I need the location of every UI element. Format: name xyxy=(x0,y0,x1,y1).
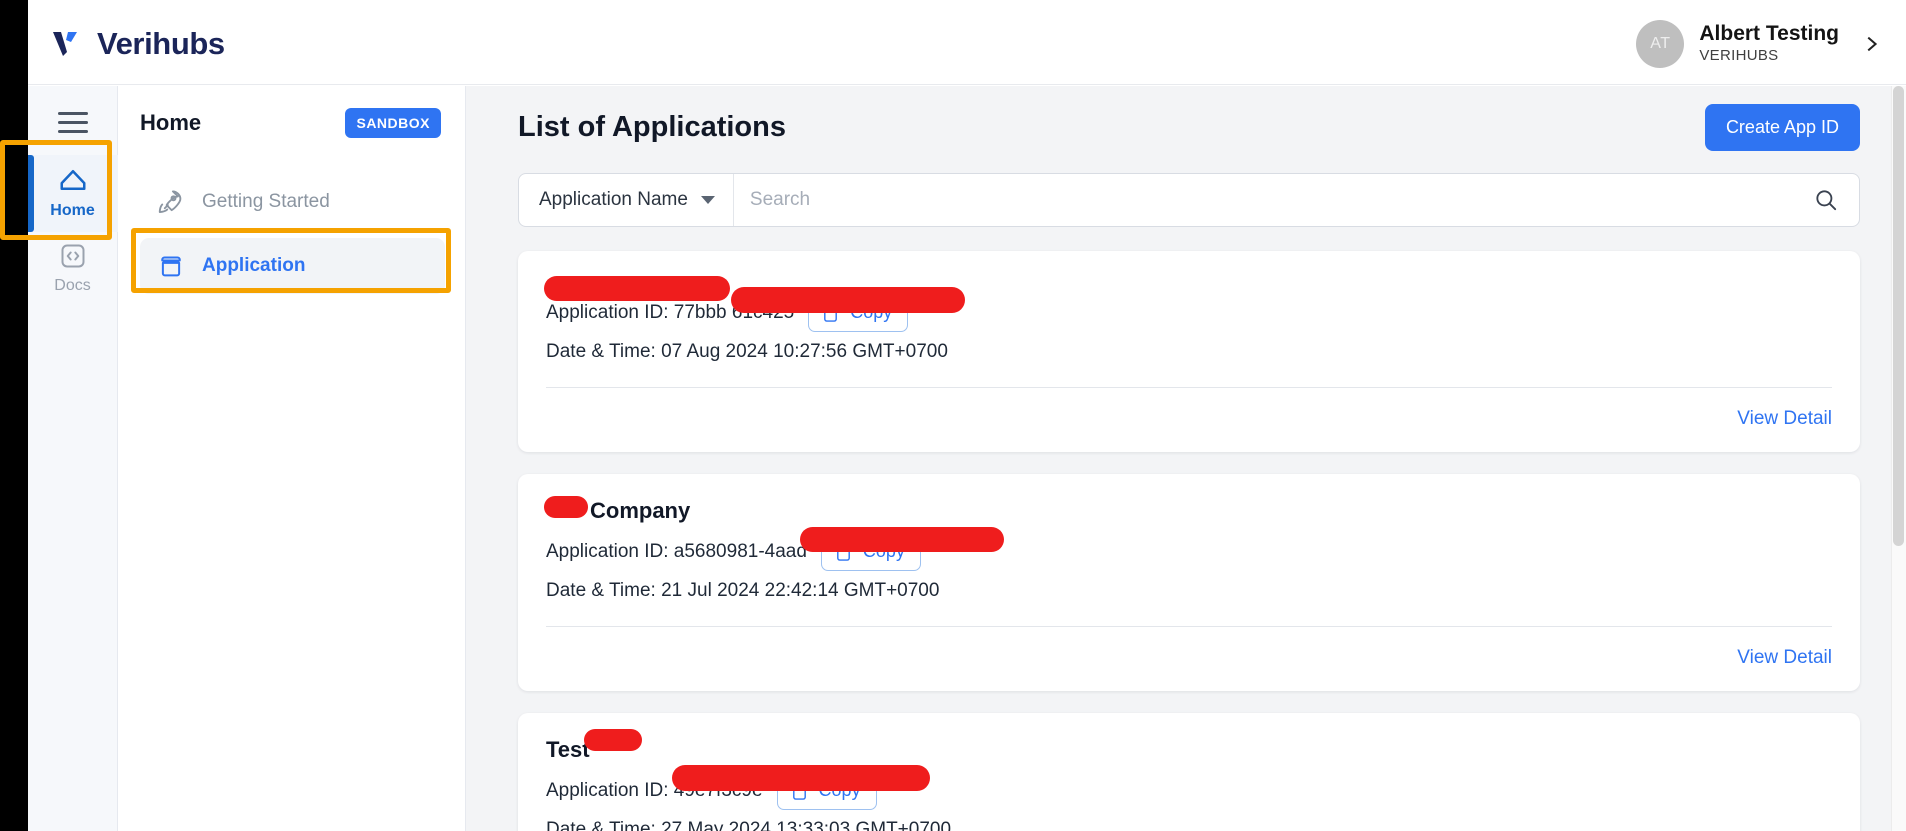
hamburger-icon[interactable] xyxy=(57,112,88,133)
chevron-right-icon[interactable] xyxy=(1860,33,1882,55)
icon-rail: Home Docs xyxy=(27,86,118,831)
application-card: Application ID: 77bbb 61c425 Copy Date &… xyxy=(518,251,1860,452)
application-name: Company xyxy=(544,496,690,524)
sidebar-label-application: Application xyxy=(202,255,306,276)
left-black-gutter xyxy=(0,0,28,831)
redaction-mark xyxy=(544,496,588,518)
user-org: VERIHUBS xyxy=(1699,47,1779,65)
avatar: AT xyxy=(1636,19,1685,68)
top-bar: Verihubs AT Albert Testing VERIHUBS xyxy=(28,3,1906,85)
application-id-row: Application ID: a5680981-4aad Copy xyxy=(546,527,1832,571)
application-id-row: Application ID: 49e7f3c9e Copy xyxy=(546,765,1832,810)
sidebar-header: Home SANDBOX xyxy=(140,108,445,138)
chevron-down-icon xyxy=(700,196,715,204)
application-date-row: Date & Time: 07 Aug 2024 10:27:56 GMT+07… xyxy=(546,341,1832,363)
application-card: Test Application ID: 49e7f3c9e Copy Date… xyxy=(518,713,1860,831)
application-id: Application ID: a5680981-4aad xyxy=(546,540,807,562)
application-list: Application ID: 77bbb 61c425 Copy Date &… xyxy=(518,251,1860,831)
search-button[interactable] xyxy=(1803,174,1859,226)
brand-logo-group[interactable]: Verihubs xyxy=(50,26,225,62)
clipboard-icon xyxy=(792,781,806,800)
rocket-icon xyxy=(158,190,182,213)
home-icon xyxy=(60,170,85,190)
user-name: Albert Testing xyxy=(1699,22,1839,46)
app-window: Verihubs AT Albert Testing VERIHUBS Home xyxy=(0,0,1906,831)
application-card: Company Application ID: a5680981-4aad Co… xyxy=(518,474,1860,691)
application-id: Application ID: 77bbb 61c425 xyxy=(546,301,795,323)
copy-button[interactable]: Copy xyxy=(808,293,909,332)
user-meta: Albert Testing VERIHUBS xyxy=(1699,22,1839,64)
sandbox-badge: SANDBOX xyxy=(345,108,441,138)
brand-name: Verihubs xyxy=(97,25,225,61)
card-footer: View Detail xyxy=(546,627,1832,691)
sidebar-label-getting-started: Getting Started xyxy=(202,191,330,212)
search-filter-label: Application Name xyxy=(539,189,688,210)
view-detail-link[interactable]: View Detail xyxy=(1737,647,1832,669)
search-input[interactable] xyxy=(733,174,1803,226)
application-name: Test xyxy=(546,729,642,763)
rail-label-docs: Docs xyxy=(54,277,91,294)
scrollbar-thumb[interactable] xyxy=(1893,86,1904,546)
search-icon xyxy=(1816,190,1837,211)
rail-label-home: Home xyxy=(50,202,95,219)
view-detail-link[interactable]: View Detail xyxy=(1737,408,1832,430)
rail-item-docs[interactable]: Docs xyxy=(28,232,118,307)
copy-label: Copy xyxy=(862,541,905,561)
clipboard-icon xyxy=(837,542,850,561)
sidebar-item-getting-started[interactable]: Getting Started xyxy=(140,174,445,230)
application-id: Application ID: 49e7f3c9e xyxy=(546,779,763,801)
verihubs-v-logo-icon xyxy=(53,31,77,56)
copy-button[interactable]: Copy xyxy=(776,771,877,810)
search-bar: Application Name xyxy=(518,173,1860,227)
sidebar-item-application[interactable]: Application xyxy=(140,238,445,294)
copy-label: Copy xyxy=(850,302,893,322)
page-title: List of Applications xyxy=(518,111,786,143)
application-date: Date & Time: 07 Aug 2024 10:27:56 GMT+07… xyxy=(546,341,948,362)
sidebar-title: Home xyxy=(140,110,202,135)
secondary-sidebar: Home SANDBOX Getting Started Application xyxy=(118,86,466,831)
application-date: Date & Time: 21 Jul 2024 22:42:14 GMT+07… xyxy=(546,580,940,601)
vertical-scrollbar[interactable] xyxy=(1891,86,1906,831)
create-app-id-button[interactable]: Create App ID xyxy=(1704,104,1860,151)
code-brackets-icon xyxy=(61,244,84,268)
application-date: Date & Time: 27 May 2024 13:33:03 GMT+07… xyxy=(546,819,952,831)
user-menu[interactable]: AT Albert Testing VERIHUBS xyxy=(1636,19,1888,68)
application-date-row: Date & Time: 27 May 2024 13:33:03 GMT+07… xyxy=(546,819,1832,831)
archive-box-icon xyxy=(161,256,181,277)
search-filter-select[interactable]: Application Name xyxy=(519,174,734,226)
copy-label: Copy xyxy=(818,780,861,800)
application-id-row: Application ID: 77bbb 61c425 Copy xyxy=(546,287,1832,332)
redaction-mark xyxy=(584,729,642,751)
main-content: List of Applications Create App ID Appli… xyxy=(466,86,1906,831)
copy-button[interactable]: Copy xyxy=(820,532,921,571)
clipboard-icon xyxy=(824,303,838,322)
rail-item-home[interactable]: Home xyxy=(27,155,118,232)
card-footer: View Detail xyxy=(546,388,1832,452)
application-date-row: Date & Time: 21 Jul 2024 22:42:14 GMT+07… xyxy=(546,580,1832,602)
main-header: List of Applications Create App ID xyxy=(518,104,1884,151)
